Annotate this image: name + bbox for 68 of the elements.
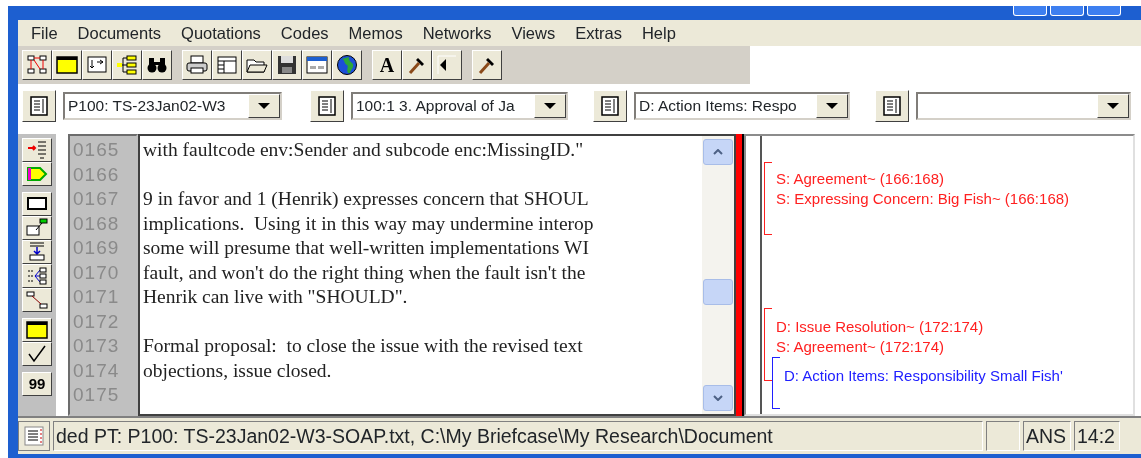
- menu-item[interactable]: Memos: [339, 20, 414, 46]
- checkmark-icon[interactable]: [26, 343, 48, 365]
- graph-icon[interactable]: [26, 54, 48, 76]
- back-icon[interactable]: [436, 54, 458, 76]
- table-icon[interactable]: [216, 54, 238, 76]
- scroll-up-icon[interactable]: [713, 149, 723, 155]
- window-control[interactable]: [1050, 6, 1084, 16]
- form-icon[interactable]: [306, 54, 328, 76]
- text-line: 9 in favor and 1 (Henrik) expresses concern that SHOUL: [143, 188, 589, 209]
- menu-item[interactable]: Extras: [566, 20, 633, 46]
- code-label[interactable]: S: Agreement~ (166:168): [776, 168, 945, 191]
- link-icon[interactable]: [26, 289, 48, 311]
- list-icon[interactable]: [599, 95, 621, 117]
- code-label[interactable]: S: Agreement~ (172:174): [776, 336, 945, 359]
- scroll-down-icon[interactable]: [713, 395, 723, 401]
- code-label[interactable]: D: Action Items: Responsibility Small Fish': [784, 365, 1063, 388]
- status-field: ded PT: P100: TS-23Jan02-W3-SOAP.txt, C:\My Briefcase\My Research\Document: [53, 421, 983, 451]
- menu-item[interactable]: Documents: [68, 20, 173, 46]
- menu-item[interactable]: Views: [502, 20, 567, 46]
- code-label[interactable]: D: Issue Resolution~ (172:174): [776, 316, 984, 339]
- code-label[interactable]: S: Expressing Concern: Big Fish~ (166:168): [776, 188, 1070, 211]
- dropdown[interactable]: 100:1 3. Approval of Ja: [351, 92, 568, 120]
- window-control[interactable]: [1087, 6, 1121, 16]
- dropdown[interactable]: [916, 92, 1131, 120]
- window-control[interactable]: [1013, 6, 1047, 16]
- branch-icon[interactable]: [26, 265, 48, 287]
- status-field: ANS: [1023, 421, 1071, 451]
- status-field: [986, 421, 1020, 451]
- text-line: some will presume that well-written implementations WI: [143, 237, 589, 258]
- menu-item[interactable]: Help: [632, 20, 687, 46]
- text-line: with faultcode env:Sender and subcode enc:MissingID.": [143, 139, 584, 160]
- text-line: Formal proposal: to close the issue with the revised text: [143, 335, 583, 356]
- text-line: Henrik can live with "SHOULD".: [143, 286, 408, 307]
- text-line: implications. Using it in this way may undermine interop: [143, 212, 594, 234]
- list-icon[interactable]: [881, 95, 903, 117]
- tree-icon[interactable]: [116, 54, 138, 76]
- arrow-list-icon[interactable]: [26, 139, 48, 161]
- text-tool-button[interactable]: A: [372, 50, 402, 80]
- scroll-thumb[interactable]: [703, 279, 733, 305]
- window-icon[interactable]: [26, 319, 48, 341]
- dropdown[interactable]: D: Action Items: Respo: [634, 92, 850, 120]
- menu-item[interactable]: File: [22, 20, 69, 46]
- insert-icon[interactable]: [26, 241, 48, 263]
- dropdown-arrow-icon[interactable]: [825, 102, 839, 110]
- status-field: 14:2: [1074, 421, 1120, 451]
- import-icon[interactable]: [86, 54, 108, 76]
- dropdown-arrow-icon[interactable]: [1106, 102, 1120, 110]
- list-icon[interactable]: [316, 95, 338, 117]
- menu-item[interactable]: Networks: [413, 20, 503, 46]
- document-list-button[interactable]: [22, 90, 56, 122]
- globe-icon[interactable]: [336, 54, 358, 76]
- text-line: fault, and won't do the right thing when the fault isn't the: [143, 261, 586, 283]
- scrollbar[interactable]: [702, 136, 734, 414]
- quote-button[interactable]: 99: [22, 372, 52, 396]
- menu-item[interactable]: Quotations: [172, 20, 272, 46]
- window-icon[interactable]: [56, 54, 78, 76]
- dropdown-arrow-icon[interactable]: [543, 102, 557, 110]
- document-list-button[interactable]: [593, 90, 627, 122]
- dropdown-arrow-icon[interactable]: [257, 102, 271, 110]
- printer-icon[interactable]: [186, 54, 208, 76]
- document-list-button[interactable]: [875, 90, 909, 122]
- list-icon[interactable]: [28, 95, 50, 117]
- text-line: objections, issue closed.: [143, 359, 332, 381]
- document-list-button[interactable]: [310, 90, 344, 122]
- document-icon[interactable]: [23, 425, 45, 447]
- dropdown[interactable]: P100: TS-23Jan02-W3: [63, 92, 282, 120]
- note-edit-icon[interactable]: [26, 217, 48, 239]
- menu-item[interactable]: Codes: [271, 20, 340, 46]
